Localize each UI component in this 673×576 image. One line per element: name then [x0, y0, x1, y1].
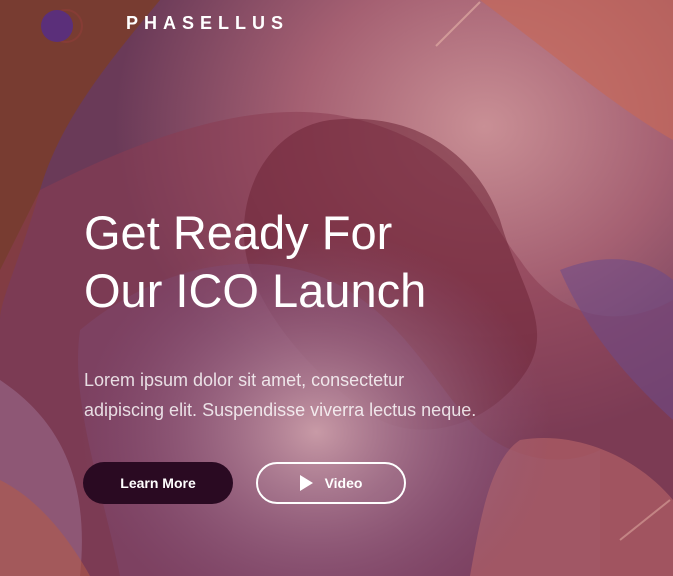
hero-subtitle: Lorem ipsum dolor sit amet, consectetur … [84, 365, 554, 425]
logo-mark-icon[interactable] [40, 8, 92, 44]
learn-more-button[interactable]: Learn More [83, 462, 233, 504]
video-label: Video [324, 475, 363, 491]
play-icon [299, 475, 313, 491]
hero-title-line-1: Get Ready For [84, 206, 393, 259]
brand-name[interactable]: PHASELLUS [126, 13, 289, 34]
hero-title-line-2: Our ICO Launch [84, 264, 427, 317]
learn-more-label: Learn More [120, 475, 196, 491]
hero-subtitle-line-2: adipiscing elit. Suspendisse viverra lec… [84, 400, 477, 420]
hero-title: Get Ready For Our ICO Launch [84, 204, 426, 320]
video-button[interactable]: Video [256, 462, 406, 504]
hero-subtitle-line-1: Lorem ipsum dolor sit amet, consectetur [84, 370, 405, 390]
